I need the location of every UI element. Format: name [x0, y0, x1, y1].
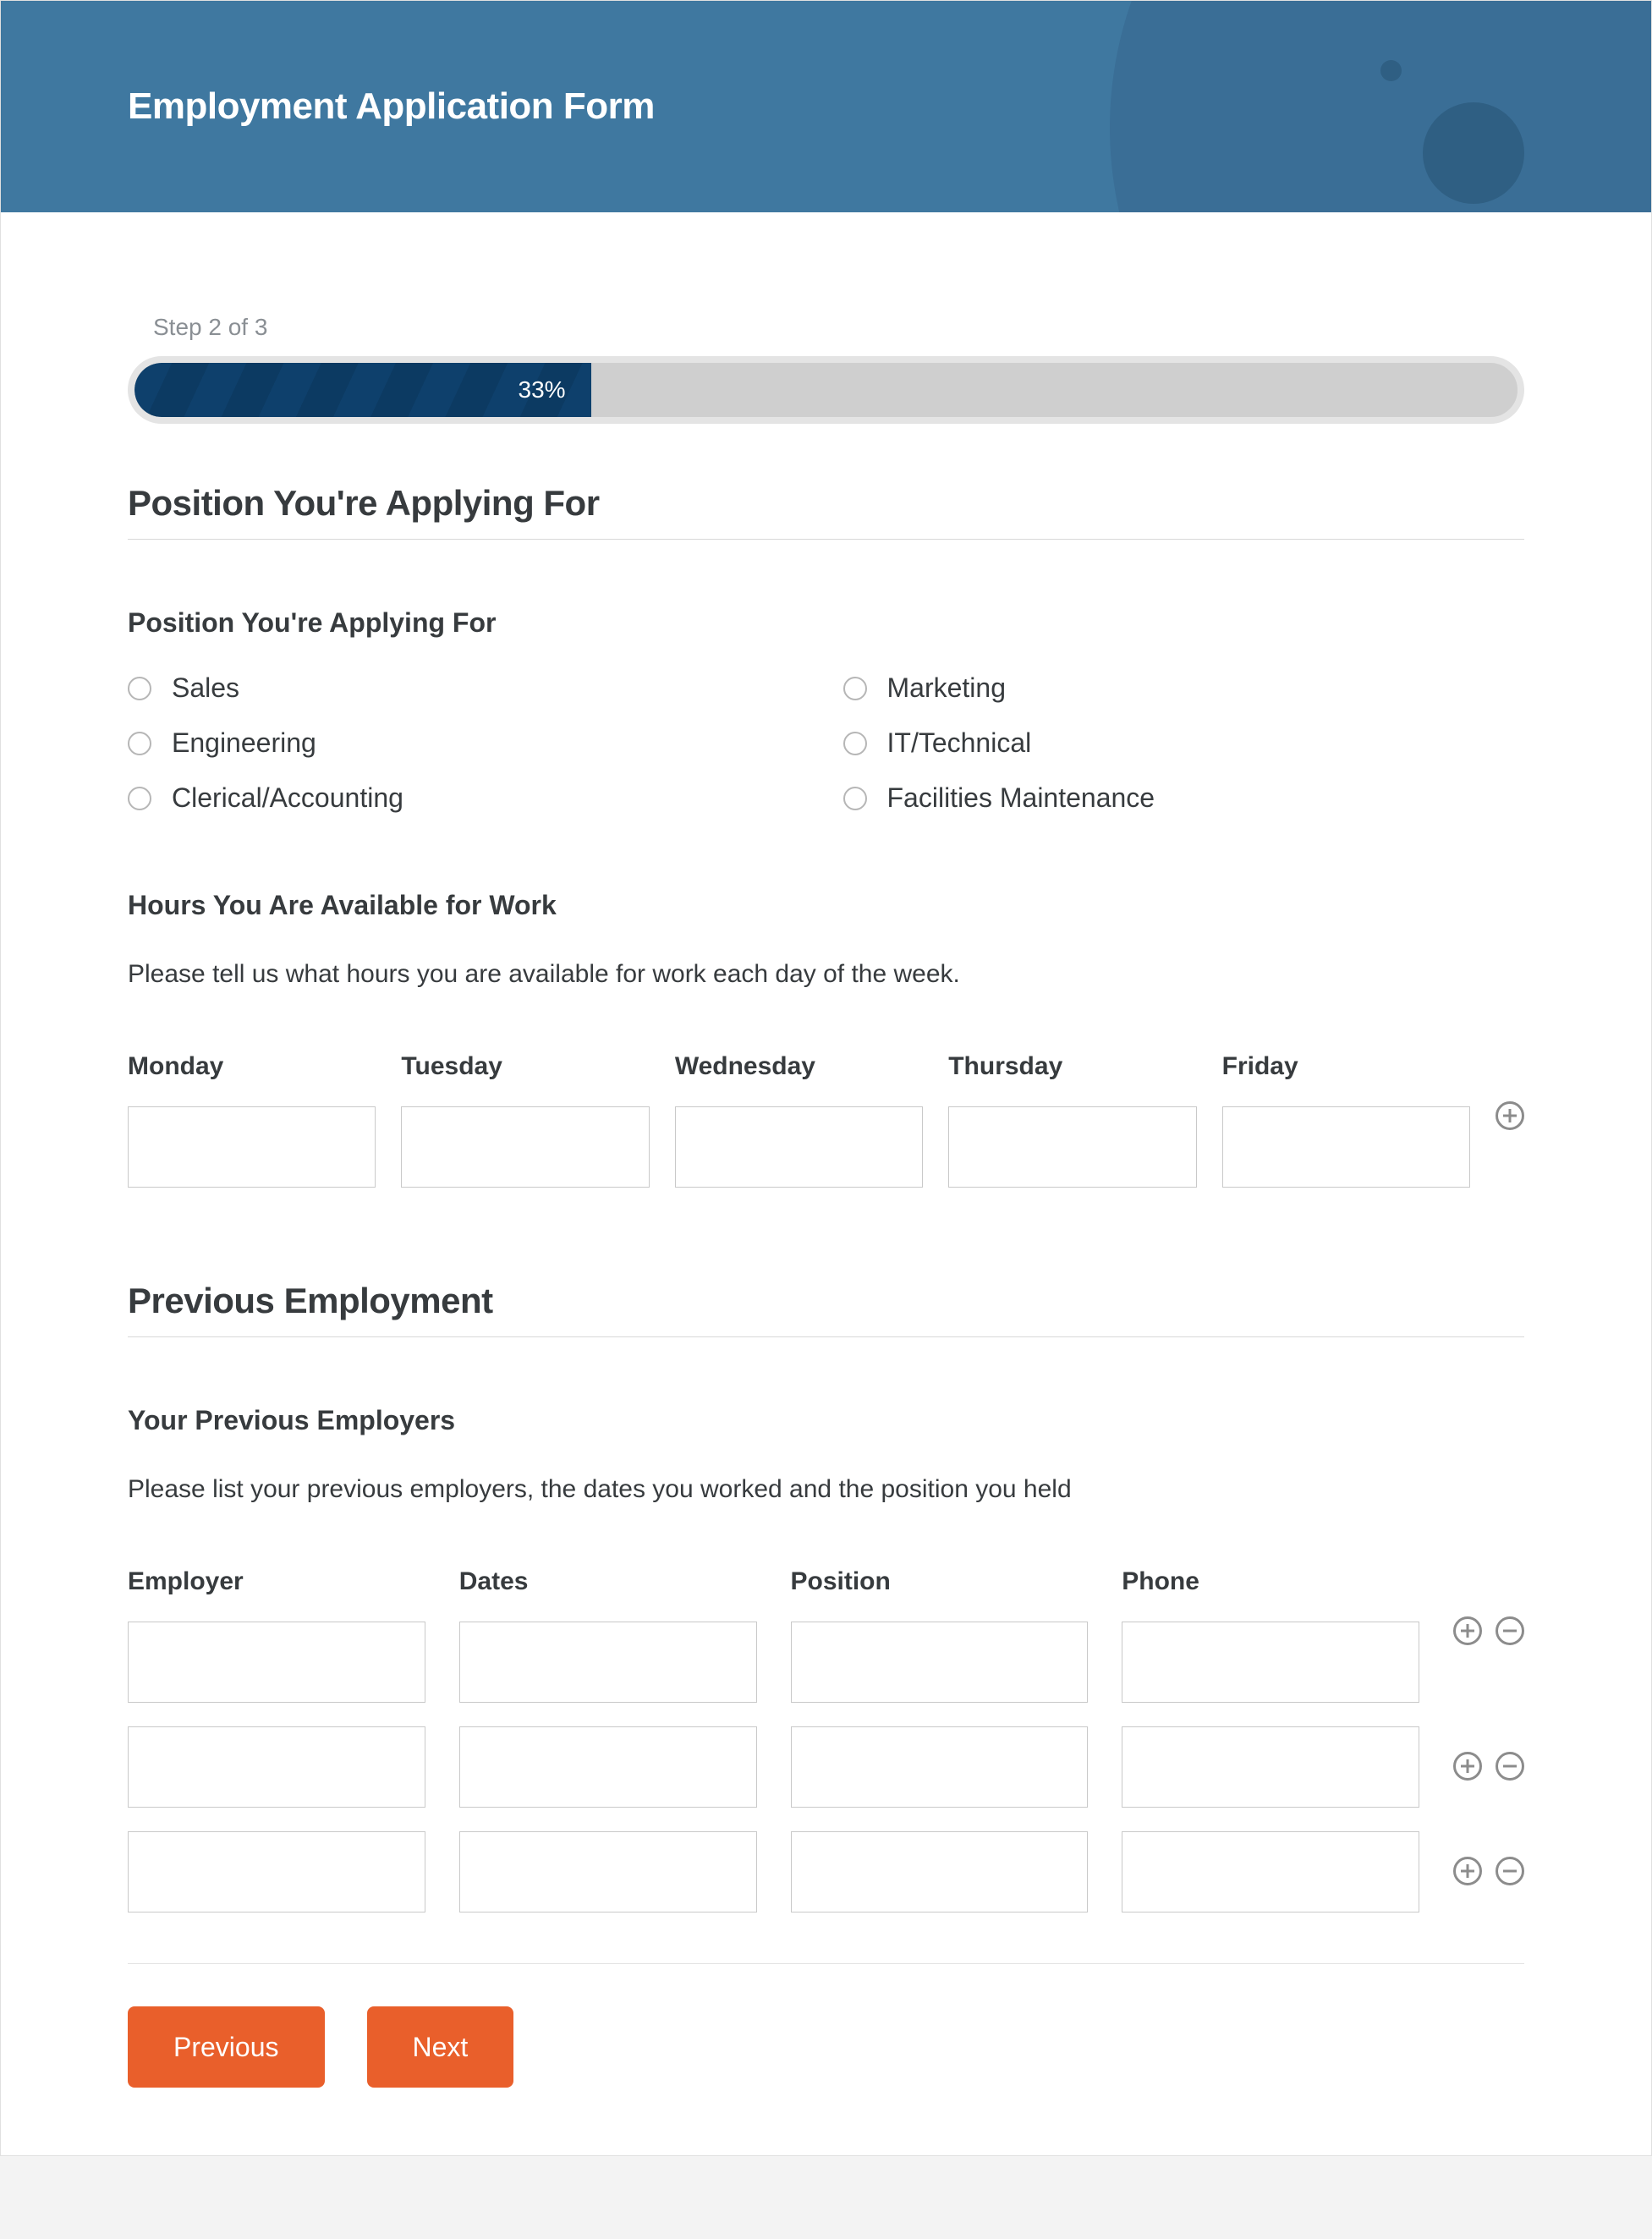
progress-fill: 33%	[134, 363, 591, 417]
hours-input-monday[interactable]	[128, 1106, 376, 1188]
hours-col-wednesday: Wednesday	[675, 1052, 923, 1081]
remove-row-icon[interactable]	[1496, 1616, 1524, 1645]
section-heading-position: Position You're Applying For	[128, 483, 1524, 540]
add-row-icon[interactable]	[1453, 1857, 1482, 1885]
phone-input[interactable]	[1122, 1622, 1419, 1703]
progress-bar: 33%	[128, 356, 1524, 424]
section-heading-previous-employment: Previous Employment	[128, 1281, 1524, 1337]
form-title: Employment Application Form	[128, 85, 655, 128]
dates-input[interactable]	[459, 1726, 757, 1808]
hours-col-tuesday: Tuesday	[401, 1052, 649, 1081]
dates-input[interactable]	[459, 1831, 757, 1912]
previous-button[interactable]: Previous	[128, 2006, 325, 2088]
employers-col-dates: Dates	[459, 1567, 757, 1596]
hours-input-thursday[interactable]	[948, 1106, 1196, 1188]
employers-field-label: Your Previous Employers	[128, 1405, 1524, 1436]
radio-option-clerical-accounting[interactable]: Clerical/Accounting	[128, 782, 810, 814]
header-decoration-crater	[1423, 102, 1524, 204]
hours-input-friday[interactable]	[1222, 1106, 1470, 1188]
add-row-icon[interactable]	[1496, 1101, 1524, 1130]
employers-col-position: Position	[791, 1567, 1089, 1596]
employers-col-employer: Employer	[128, 1567, 425, 1596]
hours-input-tuesday[interactable]	[401, 1106, 649, 1188]
radio-label: Marketing	[887, 672, 1007, 704]
form-footer: Previous Next	[128, 1963, 1524, 2088]
radio-icon	[843, 677, 867, 700]
position-options: Sales Marketing Engineering IT/Technical…	[128, 672, 1524, 814]
radio-label: Sales	[172, 672, 239, 704]
position-input[interactable]	[791, 1622, 1089, 1703]
remove-row-icon[interactable]	[1496, 1752, 1524, 1781]
add-row-icon[interactable]	[1453, 1752, 1482, 1781]
phone-input[interactable]	[1122, 1831, 1419, 1912]
dates-input[interactable]	[459, 1622, 757, 1703]
employers-row	[128, 1726, 1524, 1808]
add-row-icon[interactable]	[1453, 1616, 1482, 1645]
header-decoration	[1110, 1, 1651, 212]
position-field-label: Position You're Applying For	[128, 607, 1524, 639]
employer-input[interactable]	[128, 1622, 425, 1703]
radio-option-facilities-maintenance[interactable]: Facilities Maintenance	[843, 782, 1525, 814]
radio-option-sales[interactable]: Sales	[128, 672, 810, 704]
hours-col-friday: Friday	[1222, 1052, 1470, 1081]
radio-label: Engineering	[172, 727, 316, 759]
next-button[interactable]: Next	[367, 2006, 514, 2088]
step-indicator: Step 2 of 3	[153, 314, 1524, 341]
hours-col-monday: Monday	[128, 1052, 376, 1081]
employers-row	[128, 1831, 1524, 1912]
radio-icon	[128, 787, 151, 810]
employers-hint: Please list your previous employers, the…	[128, 1470, 1524, 1508]
employers-col-phone: Phone	[1122, 1567, 1419, 1596]
radio-icon	[128, 732, 151, 755]
hours-input-wednesday[interactable]	[675, 1106, 923, 1188]
radio-icon	[843, 787, 867, 810]
phone-input[interactable]	[1122, 1726, 1419, 1808]
hours-field-label: Hours You Are Available for Work	[128, 890, 1524, 921]
employer-input[interactable]	[128, 1726, 425, 1808]
radio-label: Clerical/Accounting	[172, 782, 403, 814]
employer-input[interactable]	[128, 1831, 425, 1912]
progress-percent: 33%	[519, 376, 566, 403]
radio-icon	[843, 732, 867, 755]
radio-option-marketing[interactable]: Marketing	[843, 672, 1525, 704]
radio-icon	[128, 677, 151, 700]
hours-grid: Monday Tuesday Wednesday Thursday Friday	[128, 1052, 1524, 1188]
hours-hint: Please tell us what hours you are availa…	[128, 955, 1524, 993]
radio-option-it-technical[interactable]: IT/Technical	[843, 727, 1525, 759]
radio-label: Facilities Maintenance	[887, 782, 1155, 814]
position-input[interactable]	[791, 1831, 1089, 1912]
radio-label: IT/Technical	[887, 727, 1032, 759]
remove-row-icon[interactable]	[1496, 1857, 1524, 1885]
form-header: Employment Application Form	[1, 1, 1651, 212]
hours-col-thursday: Thursday	[948, 1052, 1196, 1081]
employers-row: Employer Dates Position Phone	[128, 1567, 1524, 1703]
position-input[interactable]	[791, 1726, 1089, 1808]
radio-option-engineering[interactable]: Engineering	[128, 727, 810, 759]
